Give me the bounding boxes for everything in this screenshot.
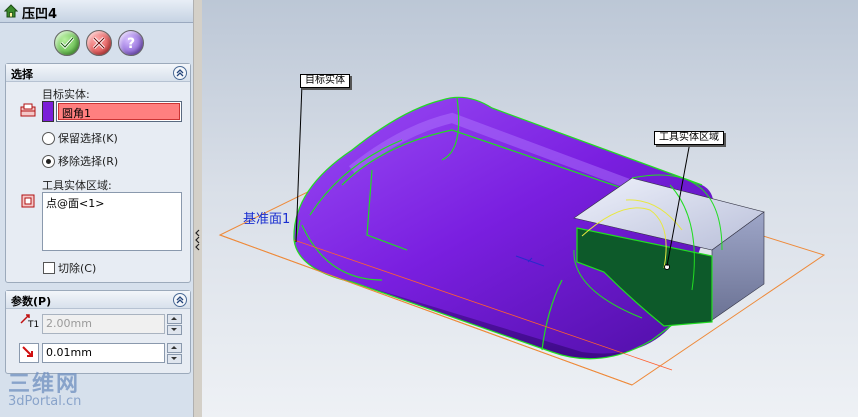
x-icon <box>92 36 106 50</box>
watermark-url: 3dPortal.cn <box>8 394 82 409</box>
clearance-input[interactable]: 0.01mm <box>42 343 165 363</box>
tool-region-label: 工具实体区域: <box>42 179 112 192</box>
target-body-color-swatch <box>42 101 54 122</box>
thickness-up-arrow[interactable] <box>167 314 182 324</box>
cut-checkbox[interactable] <box>43 262 55 274</box>
parameters-group-title: 参数(P) <box>11 295 52 308</box>
tool-region-icon <box>21 194 35 208</box>
clearance-value: 0.01mm <box>46 346 92 359</box>
thickness-input[interactable]: 2.00mm <box>42 314 165 334</box>
thickness-value: 2.00mm <box>46 317 92 330</box>
ok-button[interactable] <box>54 30 80 56</box>
target-body-label: 目标实体: <box>42 88 90 101</box>
clearance-up-arrow[interactable] <box>167 343 182 353</box>
indent-feature-icon <box>4 4 18 18</box>
plane-label: 基准面1 <box>243 212 291 227</box>
clearance-down-arrow[interactable] <box>167 354 182 364</box>
grip-icon <box>195 229 200 251</box>
tool-region-item[interactable]: 点@面<1> <box>46 195 104 211</box>
question-icon: ? <box>127 36 135 51</box>
svg-text:?: ? <box>127 36 135 51</box>
remove-selection-radio[interactable] <box>42 155 55 168</box>
thickness-icon: T1 <box>19 313 41 333</box>
remove-selection-label: 移除选择(R) <box>58 155 119 168</box>
thickness-symbol: T1 <box>28 320 40 330</box>
chevron-up-icon <box>176 296 184 304</box>
reverse-direction-icon <box>22 346 33 357</box>
target-body-callout[interactable]: 目标实体 <box>300 74 350 88</box>
tool-region-callout[interactable]: 工具实体区域 <box>654 131 724 145</box>
target-body-icon <box>20 103 36 117</box>
selection-group: 选择 目标实体: 圆角1 保留选择(K) 移除选择(R) 工具实体区域: 点@面… <box>5 63 191 283</box>
feature-title: 压凹4 <box>22 7 58 22</box>
collapse-selection-button[interactable] <box>173 66 187 80</box>
keep-selection-radio[interactable] <box>42 132 55 145</box>
chevron-up-icon <box>176 69 184 77</box>
graphics-viewport[interactable]: 目标实体 工具实体区域 基准面1 <box>202 0 858 417</box>
feature-title-bar: 压凹4 <box>0 0 193 23</box>
property-manager: 压凹4 ? 选择 目标实体: 圆角1 保留选择(K) 移除选择(R) 工具实体区… <box>0 0 193 417</box>
parameters-group: 参数(P) T1 2.00mm 0.01mm <box>5 290 191 374</box>
target-body-value: 圆角1 <box>62 107 91 120</box>
clearance-direction-button[interactable] <box>19 343 39 363</box>
collapse-parameters-button[interactable] <box>173 293 187 307</box>
checkmark-icon <box>59 37 75 50</box>
tool-region-list[interactable]: 点@面<1> <box>42 192 182 251</box>
parameters-group-header[interactable]: 参数(P) <box>6 291 190 309</box>
cancel-button[interactable] <box>86 30 112 56</box>
thickness-spinner[interactable] <box>167 314 182 335</box>
target-body-entry[interactable]: 圆角1 <box>58 103 180 120</box>
selection-group-header[interactable]: 选择 <box>6 64 190 82</box>
selection-group-title: 选择 <box>11 68 33 81</box>
cut-label: 切除(C) <box>58 262 97 275</box>
target-body-list[interactable]: 圆角1 <box>56 101 182 122</box>
watermark: 三维网 3dPortal.cn <box>8 366 81 409</box>
model-view[interactable] <box>202 0 858 417</box>
keep-selection-label: 保留选择(K) <box>58 132 118 145</box>
help-button[interactable]: ? <box>118 30 144 56</box>
thickness-down-arrow[interactable] <box>167 325 182 335</box>
clearance-spinner[interactable] <box>167 343 182 364</box>
